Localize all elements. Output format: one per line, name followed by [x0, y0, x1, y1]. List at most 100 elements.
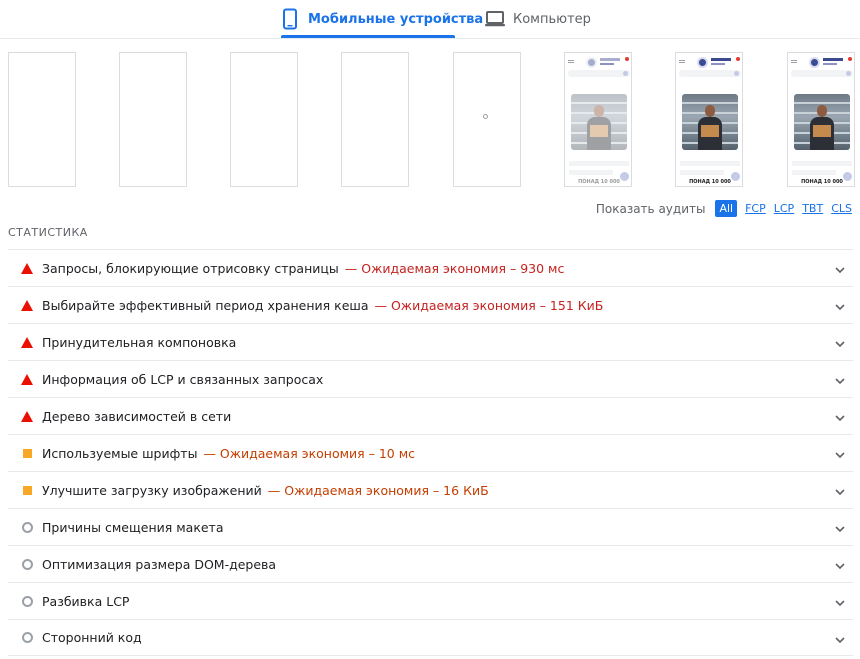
audit-title: Дерево зависимостей в сети — [42, 408, 232, 424]
audit-title: Причины смещения макета — [42, 519, 224, 535]
placeholder-block — [792, 170, 836, 175]
search-bar — [568, 70, 630, 77]
menu-icon — [791, 60, 797, 63]
chevron-down-icon[interactable] — [833, 299, 847, 313]
search-bar — [791, 70, 853, 77]
audit-title: Улучшите загрузку изображений — [42, 482, 262, 498]
filter-chip-cls[interactable]: CLS — [831, 202, 852, 215]
chevron-down-icon[interactable] — [833, 373, 847, 387]
audit-item[interactable]: Разбивка LCP — [8, 582, 853, 619]
filter-chip-all[interactable]: All — [715, 200, 738, 217]
audit-item[interactable]: Причины смещения макета — [8, 508, 853, 545]
audit-item[interactable]: Информация об LCP и связанных запросах — [8, 360, 853, 397]
filter-chip-lcp[interactable]: LCP — [774, 202, 794, 215]
filmstrip: ПОНАД 10 000 ПОНАД 10 000 ПОНАД 10 000 — [0, 52, 860, 188]
brand-subtext — [823, 63, 837, 65]
notification-dot-icon — [848, 57, 852, 61]
search-icon — [734, 71, 739, 76]
red-triangle-icon — [12, 299, 42, 311]
red-triangle-icon — [12, 410, 42, 422]
loading-spinner-icon — [483, 114, 488, 119]
notification-dot-icon — [625, 57, 629, 61]
audit-title: Разбивка LCP — [42, 593, 130, 609]
orange-square-icon — [12, 448, 42, 458]
audit-list: Запросы, блокирующие отрисовку страницы —… — [8, 249, 853, 656]
audit-title: Запросы, блокирующие отрисовку страницы — [42, 260, 339, 276]
gray-circle-icon — [12, 558, 42, 570]
filmstrip-frame: ПОНАД 10 000 — [564, 52, 632, 187]
audit-title: Оптимизация размера DOM-дерева — [42, 556, 277, 572]
audit-item[interactable]: Дерево зависимостей в сети — [8, 397, 853, 434]
brand-text — [600, 58, 620, 61]
filter-chip-fcp[interactable]: FCP — [745, 202, 766, 215]
brand-text — [823, 58, 843, 61]
audit-savings: — Ожидаемая экономия – 930 мс — [344, 260, 565, 276]
show-audits-label: Показать аудиты — [595, 201, 706, 216]
filmstrip-frame — [341, 52, 409, 187]
audit-item[interactable]: Запросы, блокирующие отрисовку страницы —… — [8, 249, 853, 286]
show-audits-filter: Показать аудиты All FCP LCP TBT CLS — [596, 200, 852, 217]
chevron-down-icon[interactable] — [833, 558, 847, 572]
section-title: СТАТИСТИКА — [8, 226, 88, 239]
search-icon — [846, 71, 851, 76]
tab-desktop-label: Компьютер — [513, 11, 591, 27]
audit-item[interactable]: Принудительная компоновка — [8, 323, 853, 360]
logo-icon — [697, 57, 708, 68]
audit-item[interactable]: Выбирайте эффективный период хранения ке… — [8, 286, 853, 323]
frame-price-text: ПОНАД 10 000 — [801, 179, 843, 185]
hero-photo — [682, 94, 738, 150]
brand-text — [711, 58, 731, 61]
placeholder-block — [680, 161, 740, 166]
audit-filter-chips: All FCP LCP TBT CLS — [715, 200, 852, 217]
audit-item[interactable]: Сторонний код — [8, 619, 853, 656]
logo-icon — [809, 57, 820, 68]
gray-circle-icon — [12, 521, 42, 533]
tab-desktop[interactable]: Компьютер — [484, 0, 604, 38]
filmstrip-frame — [453, 52, 521, 187]
audit-title: Выбирайте эффективный период хранения ке… — [42, 297, 369, 313]
filmstrip-frame: ПОНАД 10 000 — [787, 52, 855, 187]
notification-dot-icon — [736, 57, 740, 61]
audit-item[interactable]: Улучшите загрузку изображений — Ожидаемая… — [8, 471, 853, 508]
chevron-down-icon[interactable] — [833, 484, 847, 498]
placeholder-block — [792, 161, 852, 166]
search-icon — [623, 71, 628, 76]
chevron-down-icon[interactable] — [833, 521, 847, 535]
red-triangle-icon — [12, 373, 42, 385]
chevron-down-icon[interactable] — [833, 410, 847, 424]
placeholder-block — [569, 170, 613, 175]
brand-subtext — [600, 63, 614, 65]
tabs-divider — [0, 38, 860, 39]
search-bar — [679, 70, 741, 77]
orange-square-icon — [12, 485, 42, 495]
audit-title: Информация об LCP и связанных запросах — [42, 371, 324, 387]
tab-mobile[interactable]: Мобильные устройства — [281, 0, 483, 38]
frame-price-text: ПОНАД 10 000 — [578, 179, 620, 185]
chevron-down-icon[interactable] — [833, 262, 847, 276]
tab-mobile-label: Мобильные устройства — [308, 11, 484, 27]
smartphone-icon — [281, 8, 299, 30]
logo-icon — [586, 57, 597, 68]
red-triangle-icon — [12, 262, 42, 274]
placeholder-block — [569, 161, 629, 166]
frame-price-text: ПОНАД 10 000 — [689, 179, 731, 185]
hero-photo — [571, 94, 627, 150]
filmstrip-frame — [8, 52, 76, 187]
audit-savings: — Ожидаемая экономия – 16 КиБ — [267, 482, 489, 498]
chevron-down-icon[interactable] — [833, 336, 847, 350]
red-triangle-icon — [12, 336, 42, 348]
filmstrip-frame — [230, 52, 298, 187]
gray-circle-icon — [12, 632, 42, 643]
placeholder-block — [680, 170, 724, 175]
audit-item[interactable]: Оптимизация размера DOM-дерева — [8, 545, 853, 582]
audit-savings: — Ожидаемая экономия – 151 КиБ — [374, 297, 604, 313]
filter-chip-tbt[interactable]: TBT — [802, 202, 823, 215]
chevron-down-icon[interactable] — [833, 595, 847, 609]
menu-icon — [679, 60, 685, 63]
audit-title: Сторонний код — [42, 630, 142, 645]
menu-icon — [568, 60, 574, 63]
audit-item[interactable]: Используемые шрифты — Ожидаемая экономия … — [8, 434, 853, 471]
chevron-down-icon[interactable] — [833, 447, 847, 461]
chevron-down-icon[interactable] — [833, 632, 847, 646]
audit-title: Принудительная компоновка — [42, 334, 237, 350]
